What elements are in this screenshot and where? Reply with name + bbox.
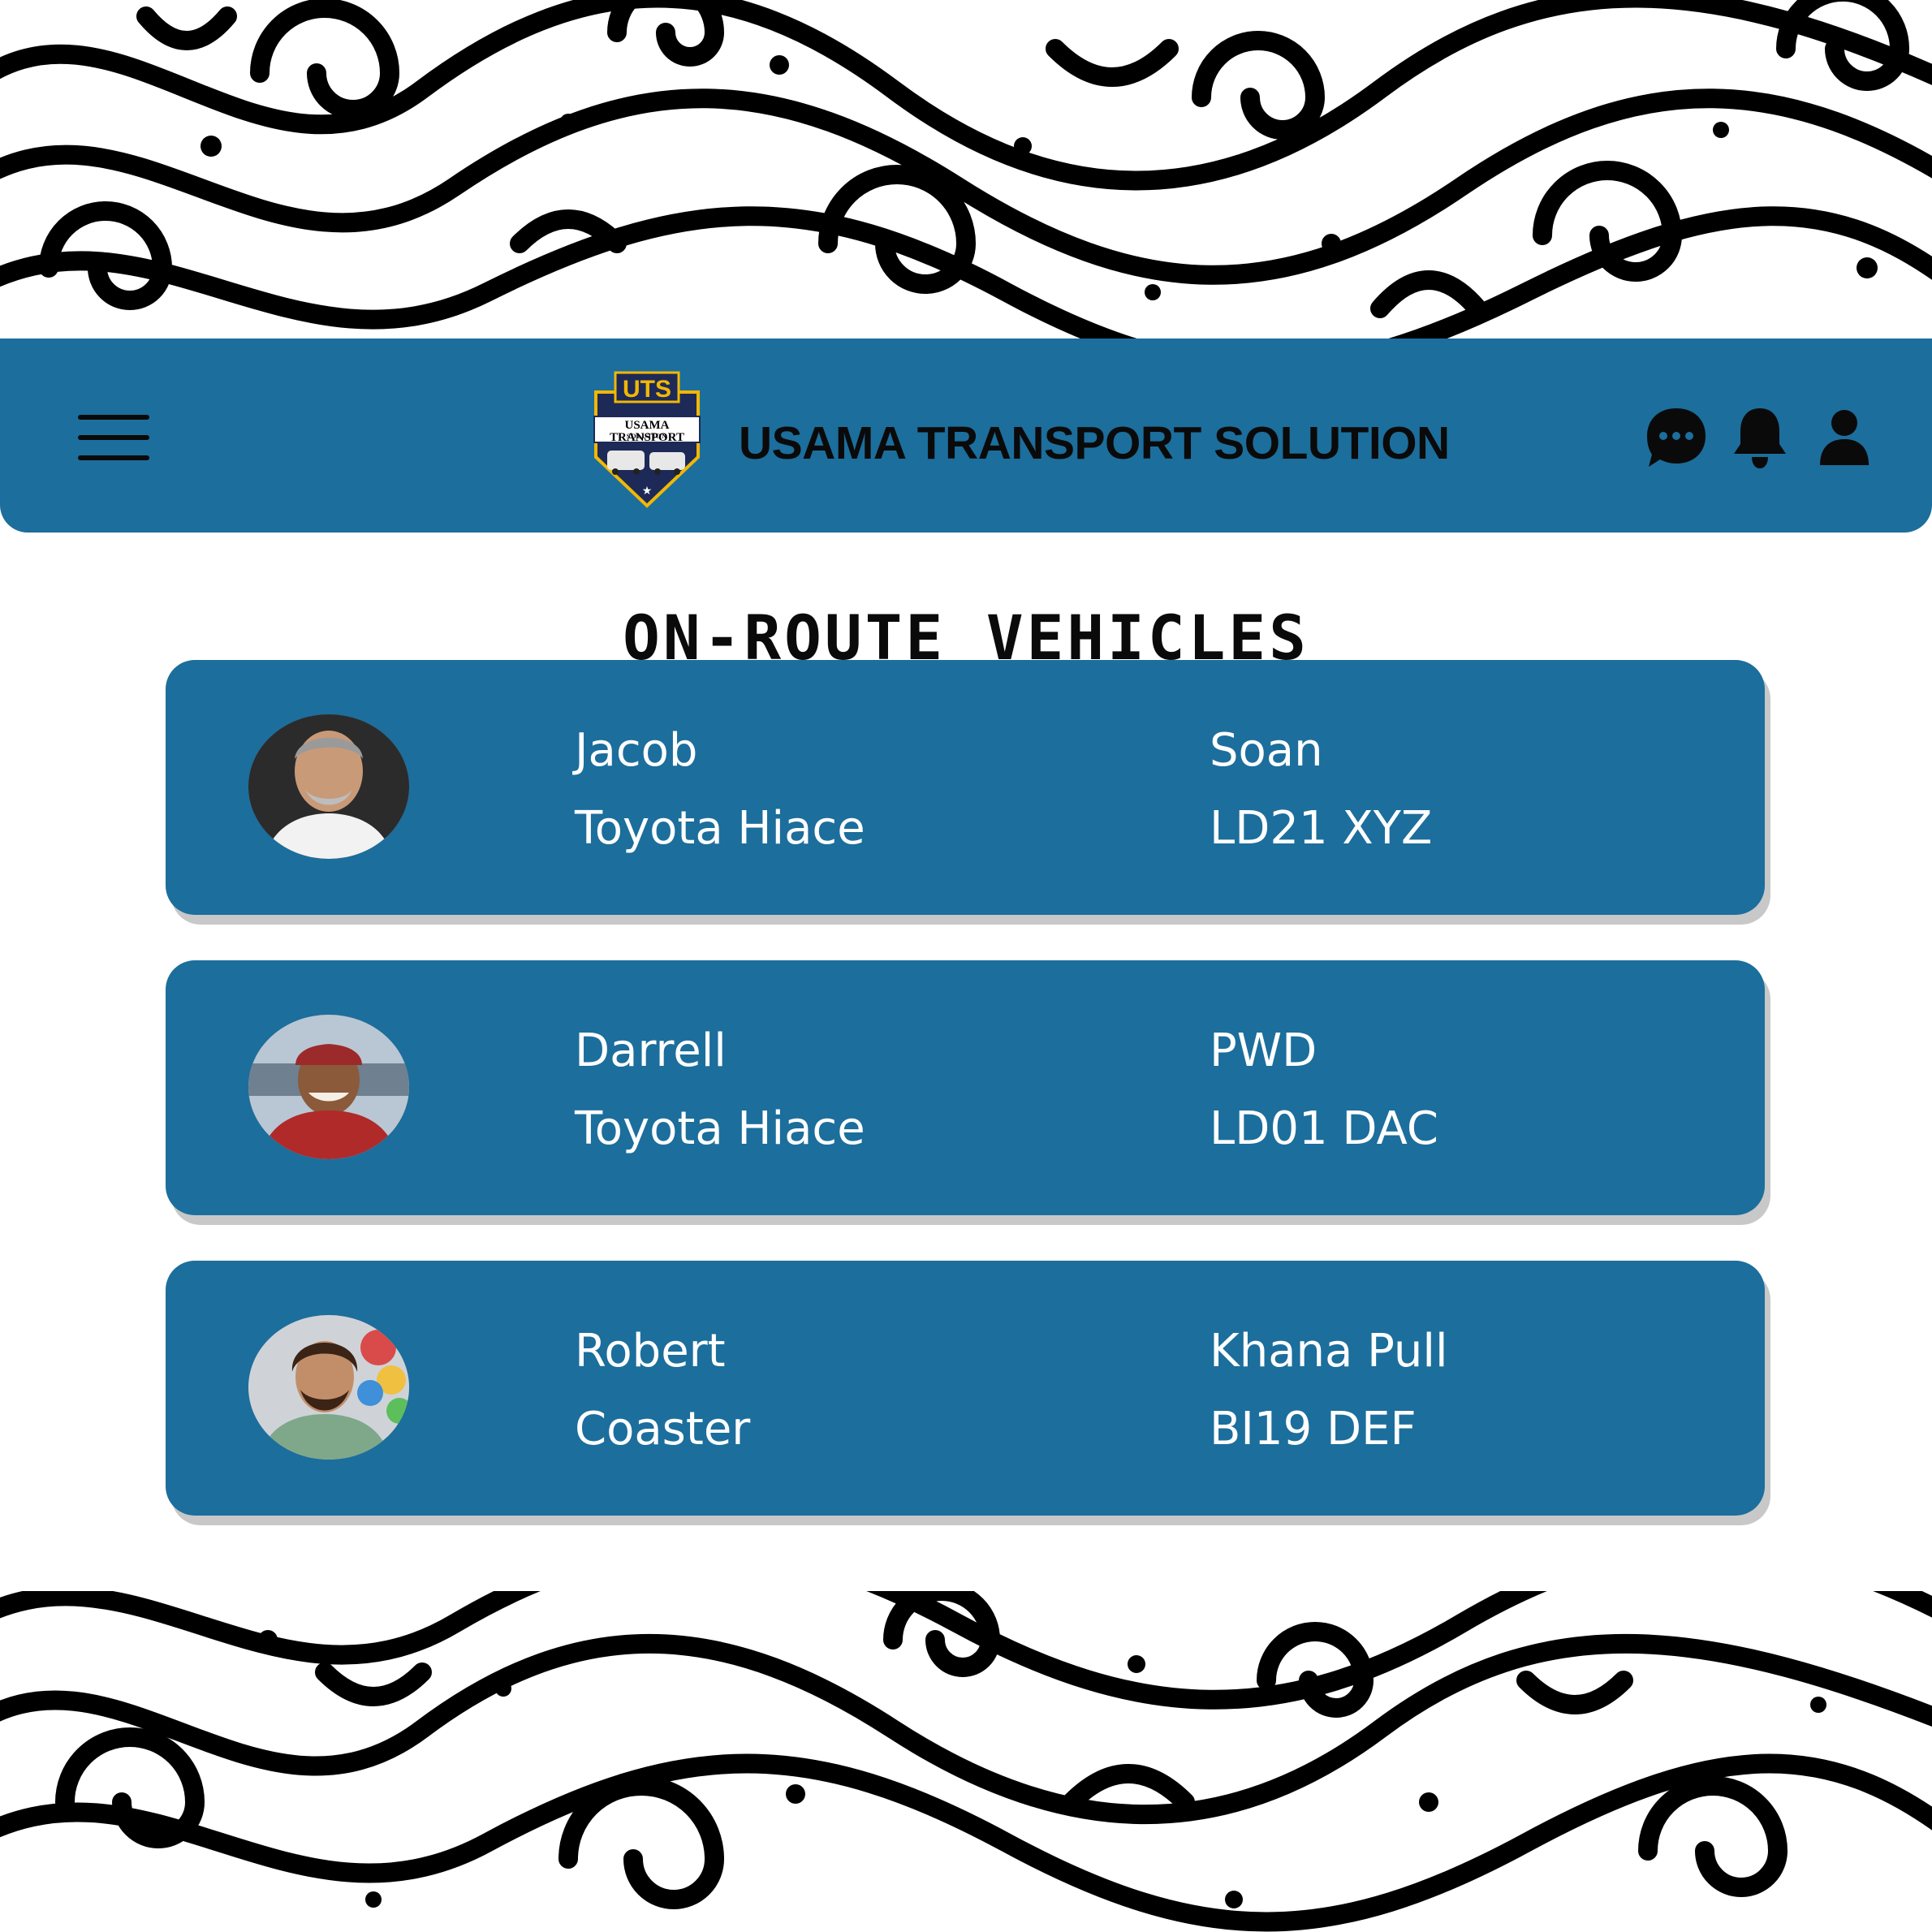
route-name: Soan bbox=[1210, 724, 1323, 777]
driver-name: Darrell bbox=[575, 1024, 727, 1077]
license-plate: BI19 DEF bbox=[1210, 1403, 1417, 1455]
user-icon[interactable] bbox=[1812, 405, 1877, 470]
route-name: PWD bbox=[1210, 1024, 1317, 1077]
decorative-wave-pattern-top bbox=[0, 0, 1932, 339]
menu-icon-bar bbox=[78, 435, 149, 440]
logo-text-line1: USAMA TRANSPORT bbox=[610, 419, 684, 444]
vehicle-card[interactable]: Jacob Toyota Hiace Soan LD21 XYZ bbox=[166, 660, 1765, 915]
menu-icon-bar bbox=[78, 455, 149, 460]
vehicle-card[interactable]: Darrell Toyota Hiace PWD LD01 DAC bbox=[166, 960, 1765, 1215]
svg-text:UTS: UTS bbox=[623, 376, 671, 403]
chat-icon[interactable] bbox=[1644, 405, 1709, 470]
logo-text-line2: SOLUTION bbox=[626, 433, 668, 440]
menu-icon-bar bbox=[78, 415, 149, 420]
license-plate: LD01 DAC bbox=[1210, 1102, 1438, 1155]
driver-avatar bbox=[248, 714, 409, 859]
app-header: UTS ★ USAMA TRANSPORT SOLUTION USAMA TRA… bbox=[0, 339, 1932, 533]
vehicle-model: Toyota Hiace bbox=[575, 1102, 865, 1155]
driver-name: Jacob bbox=[575, 724, 698, 777]
license-plate: LD21 XYZ bbox=[1210, 802, 1433, 855]
route-name: Khana Pull bbox=[1210, 1325, 1448, 1378]
vehicle-card[interactable]: Robert Coaster Khana Pull BI19 DEF bbox=[166, 1261, 1765, 1516]
driver-name: Robert bbox=[575, 1325, 726, 1378]
driver-avatar bbox=[248, 1315, 409, 1460]
svg-text:★: ★ bbox=[642, 485, 653, 498]
company-logo: UTS ★ USAMA TRANSPORT SOLUTION bbox=[591, 369, 703, 509]
vehicle-model: Coaster bbox=[575, 1403, 751, 1455]
driver-avatar bbox=[248, 1015, 409, 1159]
vehicle-model: Toyota Hiace bbox=[575, 802, 865, 855]
bell-icon[interactable] bbox=[1727, 405, 1792, 470]
menu-button[interactable] bbox=[78, 410, 151, 464]
decorative-wave-pattern-bottom bbox=[0, 1591, 1932, 1932]
app-title: USAMA TRANSPORT SOLUTION bbox=[739, 417, 1450, 469]
